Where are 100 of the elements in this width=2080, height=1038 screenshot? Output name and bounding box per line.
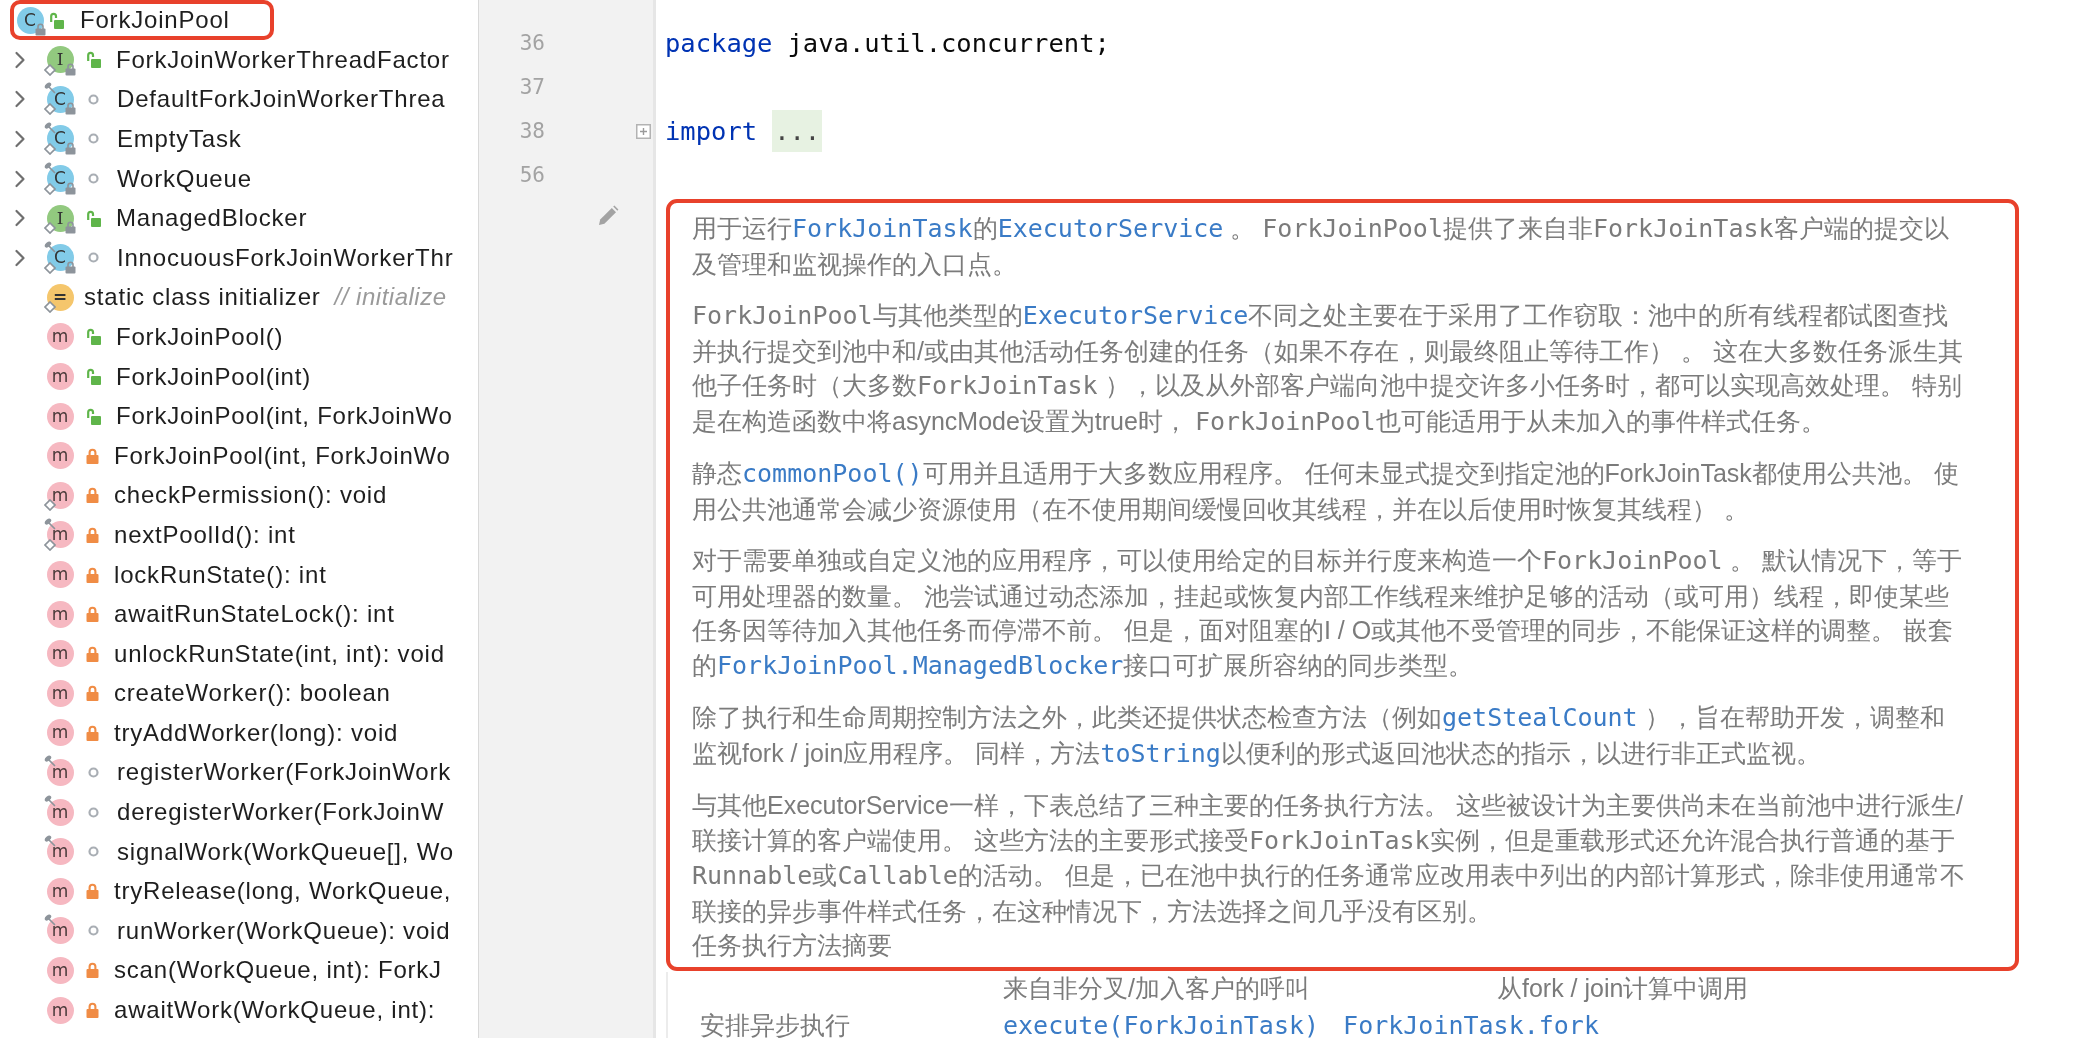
doc-link[interactable]: commonPool() [742,459,923,488]
doc-paragraph: 除了执行和生命周期控制方法之外，此类还提供状态检查方法（例如getStealCount ），旨在帮助开发，调整和监视fork / join应用程序。 同样，方法toString以便利的形式返回池状态的指示，以进行非正式监视。 [692,702,1946,770]
lock-icon [86,645,99,662]
table-caption: 任务执行方法摘要 [692,930,893,961]
tree-item-label[interactable]: awaitRunStateLock(): int [114,599,395,630]
ring-icon [88,806,99,818]
tree-item-label[interactable]: createWorker(): boolean [114,678,391,709]
tree-item-label[interactable]: ForkJoinPool() [116,321,284,352]
line-number: 56 [518,163,545,187]
method-icon: m [46,442,74,470]
unlocked-padlock-icon [49,11,64,29]
tree-item-label[interactable]: EmptyTask [117,124,242,154]
tree-item-label[interactable]: registerWorker(ForkJoinWork [117,757,452,788]
lock-icon [86,487,99,504]
method-icon: m [46,402,74,430]
tree-item-label[interactable]: runWorker(WorkQueue): void [117,915,451,946]
method-icon: m [46,877,74,905]
tree-item-label[interactable]: static class initializer [84,282,321,313]
tree-item-label[interactable]: checkPermission(): void [114,480,388,511]
doc-paragraph: 与其他ExecutorService一样，下表总结了三种主要的任务执行方法。 这些被设计为主要供尚未在当前池中进行派生/联接计算的客户端使用。 这些方法的主要形式接受ForkJoinTask实例，但是重载形式还允许混合执行普通的基于 Runnable或Callable的活动。 但是，已在池中执行的任务通常应改用表中列出的内部计算形式，除非使用通常不联接的异步事件样式任务，在这种情况下，方法选择之间几乎没有区别。 [692,790,1966,927]
method-icon: m [46,600,74,628]
tree-item-label[interactable]: ForkJoinPool(int, ForkJoinWo [116,401,453,432]
method-icon: m [46,561,74,588]
unlocked-padlock-icon [86,407,101,425]
ring-icon [88,173,99,185]
tree-item-label[interactable]: awaitWork(WorkQueue, int): [114,995,436,1026]
tree-item-label[interactable]: ForkJoinPool [80,5,230,35]
method-icon: m [46,798,74,826]
tree-item-label[interactable]: signalWork(WorkQueue[], Wo [117,836,454,867]
lock-icon [86,447,99,464]
doc-paragraph: ForkJoinPool与其他类型的ExecutorService不同之处主要在于采用了工作窃取：池中的所有线程都试图查找并执行提交到池中和/或由其他活动任务创建的任务（如果不存在，则最终阻止等待工作） 。 这在大多数任务派生其他子任务时（大多数ForkJoinTask ），以及从外部客户端向池中提交许多小任务时，都可以实现高效处理。 特别是在构造函数中将asyncMode设置为true时， ForkJoinPool也可能适用于从未加入的事件样式任务。 [692,300,1964,438]
unlocked-padlock-icon [86,368,101,386]
code-keyword: import [665,116,758,146]
method-icon: m [46,917,74,945]
table-header: 来自非分叉/加入客户的呼叫 [1003,973,1311,1004]
tree-item-label[interactable]: nextPoolId(): int [114,519,296,550]
chevron-right-icon[interactable] [14,50,26,69]
doc-paragraph: 对于需要单独或自定义池的应用程序，可以使用给定的目标并行度来构造一个ForkJoinPool 。 默认情况下，等于可用处理器的数量。 池尝试通过动态添加，挂起或恢复内部工作线程来维护足够的活动（或可用）线程，即使某些任务因等待加入其他任务而停滞不前。 但是，面对阻塞的I / O或其他不受管理的同步，不能保证这样的调整。 嵌套的ForkJoinPool.ManagedBlocker接口可扩展所容纳的同步类型。 [692,545,1963,682]
lock-icon [86,962,99,979]
tree-item-label[interactable]: ForkJoinPool(int, ForkJoinWo [114,440,451,471]
lock-icon [86,526,99,543]
plus-square-icon[interactable] [636,123,651,139]
folded-code[interactable]: ... [772,110,823,152]
initializer-icon: = [46,283,74,311]
tree-item-label[interactable]: unlockRunState(int, int): void [114,638,445,669]
unlocked-padlock-icon [86,51,101,69]
code-keyword: package [665,28,773,58]
lock-icon [86,566,99,583]
chevron-right-icon[interactable] [14,90,26,109]
tree-item-label[interactable]: WorkQueue [117,163,252,194]
doc-link[interactable]: ExecutorService [1022,301,1249,330]
unlocked-padlock-icon [86,328,101,346]
method-icon: m [46,759,74,786]
tree-item-label[interactable]: InnocuousForkJoinWorkerThr [117,242,454,273]
method-icon: m [46,679,74,707]
ring-icon [88,252,99,264]
chevron-right-icon[interactable] [14,130,26,148]
method-icon: m [46,719,74,747]
method-icon: m [46,323,74,351]
lock-icon [86,606,99,623]
tree-item-label[interactable]: lockRunState(): int [114,559,327,590]
method-icon: m [46,956,74,984]
doc-paragraph: 用于运行ForkJoinTask的ExecutorService 。 ForkJoinPool提供了来自非ForkJoinTask客户端的提交以及管理和监视操作的入口点。 [692,213,1950,280]
tree-item-label[interactable]: ForkJoinWorkerThreadFactor [116,44,450,75]
line-number: 38 [518,119,545,143]
chevron-right-icon[interactable] [14,248,26,267]
table-header: 从fork / join计算中调用 [1497,973,1749,1004]
doc-link[interactable]: ForkJoinPool.ManagedBlocker [717,650,1124,680]
method-icon: m [46,640,74,668]
doc-link[interactable]: execute(ForkJoinTask) [1003,1011,1320,1038]
doc-link[interactable]: ForkJoinTask [792,214,973,243]
method-icon: m [46,481,74,509]
ring-icon [88,133,99,145]
line-number: 37 [518,75,545,99]
method-icon: m [46,363,74,391]
chevron-right-icon[interactable] [14,169,26,188]
tree-item-label[interactable]: ForkJoinPool(int) [116,361,311,392]
doc-link[interactable]: ForkJoinTask.fork [1343,1011,1599,1038]
class-icon: C [16,6,44,34]
doc-link[interactable]: getStealCount [1442,703,1638,732]
ring-icon [88,846,99,858]
chevron-right-icon[interactable] [14,209,26,228]
lock-icon [86,685,99,702]
tree-item-label[interactable]: scan(WorkQueue, int): ForkJ [114,955,442,986]
doc-paragraph: 静态commonPool()可用并且适用于大多数应用程序。 任何未显式提交到指定池的ForkJoinTask都使用公共池。 使用公共池通常会减少资源使用（在不使用期间缓慢回收其线程，并在以后使用时恢复其线程） 。 [692,458,1960,525]
code-text: java.util.concurrent; [787,28,1110,58]
doc-link[interactable]: toString [1100,738,1221,768]
tree-item-label[interactable]: ManagedBlocker [116,203,308,234]
tree-item-label[interactable]: deregisterWorker(ForkJoinW [117,797,445,828]
method-icon: m [46,996,74,1024]
ring-icon [88,767,99,778]
lock-icon [86,1002,99,1019]
code-comment: // initialize [334,282,447,313]
tree-item-label[interactable]: DefaultForkJoinWorkerThrea [117,84,446,115]
tree-item-label[interactable]: tryAddWorker(long): void [114,717,399,748]
unlocked-padlock-icon [86,209,101,227]
line-number: 36 [518,31,545,55]
tree-item-label[interactable]: tryRelease(long, WorkQueue, [114,876,452,907]
doc-link[interactable]: ExecutorService [997,214,1224,243]
lock-icon [86,883,99,900]
